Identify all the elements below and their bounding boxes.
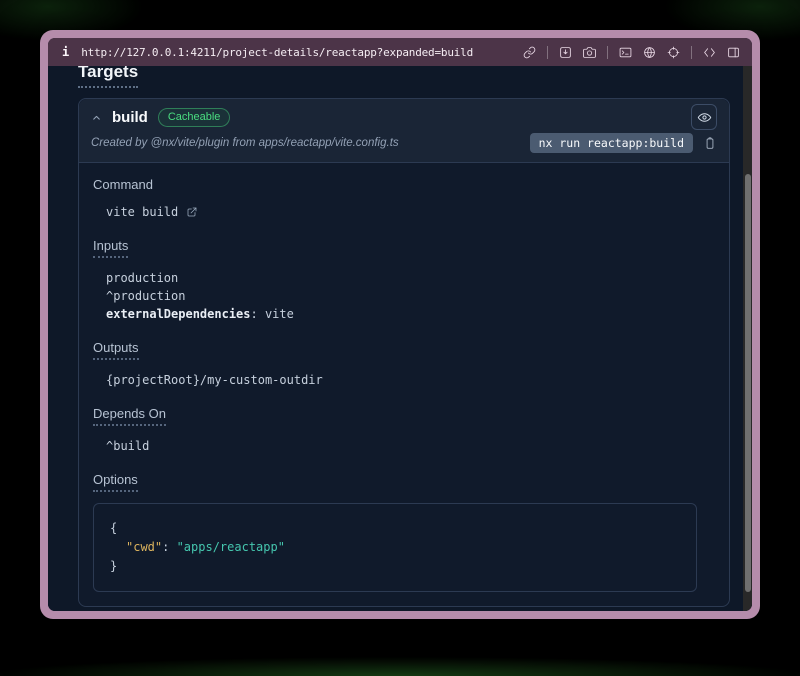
input-item: ^production (106, 287, 715, 305)
depends-on-section: Depends On ^build (93, 406, 715, 455)
build-card-body: Command vite build Inputs (79, 163, 729, 606)
terminal-icon[interactable] (619, 46, 632, 59)
toolbar-divider (607, 46, 608, 59)
view-target-graph-button[interactable] (691, 104, 717, 130)
scrollbar-thumb[interactable] (745, 174, 751, 592)
json-open-brace: { (110, 519, 680, 538)
options-label[interactable]: Options (93, 472, 138, 492)
command-label: Command (93, 177, 715, 192)
json-separator: : (162, 540, 176, 554)
camera-icon[interactable] (583, 46, 596, 59)
run-command-chip: nx run reactapp:build (530, 133, 693, 153)
link-icon[interactable] (523, 46, 536, 59)
copy-command-button[interactable] (703, 136, 717, 150)
command-section: Command vite build (93, 177, 715, 221)
cacheable-badge: Cacheable (158, 108, 231, 127)
inputs-label[interactable]: Inputs (93, 238, 128, 258)
scrollbar-track[interactable] (743, 66, 752, 611)
json-close-brace: } (110, 557, 680, 576)
desktop-background: i http://127.0.0.1:4211/project-details/… (0, 0, 800, 676)
external-link-icon[interactable] (186, 206, 198, 218)
page-title: Targets (78, 66, 752, 88)
json-value: "apps/reactapp" (177, 540, 285, 554)
page-content: Targets build Cacheable (48, 66, 752, 611)
sidebar-icon[interactable] (727, 46, 740, 59)
download-icon[interactable] (559, 46, 572, 59)
toolbar-divider (547, 46, 548, 59)
globe-icon[interactable] (643, 46, 656, 59)
eye-icon (697, 110, 712, 125)
code-icon[interactable] (703, 46, 716, 59)
browser-window: i http://127.0.0.1:4211/project-details/… (40, 30, 760, 619)
json-property: "cwd": "apps/reactapp" (110, 538, 680, 557)
outputs-label[interactable]: Outputs (93, 340, 139, 360)
depends-on-label[interactable]: Depends On (93, 406, 166, 426)
command-value: vite build (106, 203, 178, 221)
browser-url-bar: i http://127.0.0.1:4211/project-details/… (48, 38, 752, 66)
output-item: {projectRoot}/my-custom-outdir (106, 371, 715, 389)
info-icon: i (62, 45, 69, 59)
build-target-card: build Cacheable Created by @nx/vite/plug… (78, 98, 730, 607)
crosshair-icon[interactable] (667, 46, 680, 59)
created-by-text: Created by @nx/vite/plugin from apps/rea… (91, 137, 399, 149)
input-kv-value: : vite (251, 307, 294, 321)
build-card-header[interactable]: build Cacheable Created by @nx/vite/plug… (79, 99, 729, 163)
inputs-section: Inputs production ^production externalDe… (93, 238, 715, 323)
depends-on-item: ^build (106, 437, 715, 455)
clipboard-icon (703, 136, 717, 150)
toolbar-divider (691, 46, 692, 59)
chevron-up-icon[interactable] (91, 112, 102, 123)
targets-heading[interactable]: Targets (78, 66, 138, 88)
input-item: production (106, 269, 715, 287)
input-kv-key: externalDependencies (106, 307, 251, 321)
target-name-build: build (112, 109, 148, 126)
outputs-section: Outputs {projectRoot}/my-custom-outdir (93, 340, 715, 389)
json-key: "cwd" (126, 540, 162, 554)
url-text[interactable]: http://127.0.0.1:4211/project-details/re… (81, 46, 473, 59)
options-json-box: { "cwd": "apps/reactapp" } (93, 503, 697, 592)
options-section: Options { "cwd": "apps/reactapp" } (93, 472, 715, 592)
input-item: externalDependencies: vite (106, 305, 715, 323)
